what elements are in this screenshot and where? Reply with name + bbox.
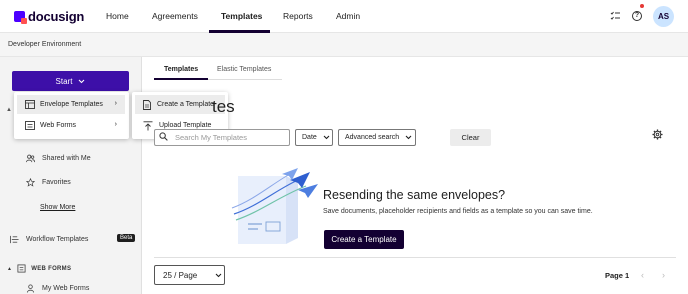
- search-input[interactable]: Search My Templates: [154, 129, 290, 146]
- gear-icon[interactable]: [652, 129, 663, 140]
- nav-reports[interactable]: Reports: [283, 11, 313, 21]
- submenu-item-label: Upload Template: [159, 122, 212, 129]
- docusign-logo[interactable]: docusign: [14, 9, 84, 24]
- page-title: tes: [212, 97, 235, 116]
- tab-elastic-templates[interactable]: Elastic Templates: [217, 66, 271, 73]
- sidebar-item-label: Favorites: [42, 179, 71, 186]
- nav-agreements[interactable]: Agreements: [152, 11, 198, 21]
- menu-item-web-forms[interactable]: Web Forms ›: [17, 116, 125, 135]
- date-filter[interactable]: Date: [295, 129, 333, 146]
- sidebar-item-label: Workflow Templates: [26, 236, 89, 243]
- advanced-search-label: Advanced search: [345, 134, 400, 141]
- sidebar-item-workflow-templates[interactable]: Workflow Templates: [10, 235, 88, 244]
- collapse-caret-icon: ▲: [7, 265, 13, 272]
- user-icon: [26, 284, 35, 293]
- web-form-icon: [17, 264, 26, 273]
- nav-home[interactable]: Home: [106, 11, 129, 21]
- create-template-button[interactable]: Create a Template: [324, 230, 404, 249]
- date-filter-label: Date: [302, 134, 317, 141]
- active-tab-indicator: [154, 78, 208, 80]
- document-icon: [143, 99, 151, 110]
- chevron-down-icon: [215, 273, 222, 277]
- section-label: WEB FORMS: [31, 265, 72, 272]
- search-icon: [159, 132, 168, 141]
- nav-templates[interactable]: Templates: [221, 11, 262, 21]
- chevron-right-icon: ›: [114, 100, 117, 107]
- clear-button[interactable]: Clear: [450, 129, 491, 146]
- per-page-value: 25 / Page: [163, 270, 198, 280]
- sidebar-item-my-web-forms[interactable]: My Web Forms: [26, 284, 89, 293]
- empty-state-description: Save documents, placeholder recipients a…: [323, 208, 593, 215]
- logo-mark-icon: [14, 11, 27, 24]
- per-page-select[interactable]: 25 / Page: [154, 265, 225, 285]
- start-menu: Envelope Templates › Web Forms ›: [14, 92, 129, 139]
- brand-name: docusign: [28, 9, 85, 24]
- checklist-icon[interactable]: [609, 10, 621, 22]
- next-page-icon[interactable]: ›: [662, 270, 665, 280]
- web-forms-section-header[interactable]: ▲ WEB FORMS: [7, 264, 71, 273]
- avatar[interactable]: AS: [653, 6, 674, 27]
- sidebar-item-label: My Web Forms: [42, 285, 90, 292]
- menu-item-envelope-templates[interactable]: Envelope Templates ›: [17, 95, 125, 114]
- start-button[interactable]: Start: [12, 71, 129, 91]
- collapse-caret-icon[interactable]: ▲: [6, 107, 12, 113]
- advanced-search-filter[interactable]: Advanced search: [338, 129, 416, 146]
- empty-state-illustration: [231, 168, 318, 244]
- footer-divider: [154, 257, 676, 258]
- web-form-icon: [25, 121, 35, 130]
- upload-icon: [143, 120, 153, 130]
- help-icon[interactable]: ?: [631, 10, 643, 22]
- chevron-down-icon: [79, 79, 85, 83]
- chevron-down-icon: [323, 135, 330, 140]
- workflow-icon: [10, 235, 19, 244]
- notification-dot: [640, 4, 644, 8]
- menu-item-label: Envelope Templates: [40, 101, 103, 108]
- star-icon: [26, 178, 35, 187]
- top-nav: docusign Home Agreements Templates Repor…: [0, 0, 688, 33]
- chevron-right-icon: ›: [114, 121, 117, 128]
- show-more-link[interactable]: Show More: [40, 204, 75, 211]
- sidebar-item-favorites[interactable]: Favorites: [26, 178, 71, 187]
- menu-item-label: Web Forms: [40, 122, 77, 129]
- nav-admin[interactable]: Admin: [336, 11, 360, 21]
- page-indicator: Page 1: [605, 271, 630, 280]
- previous-page-icon[interactable]: ‹: [641, 270, 644, 280]
- start-button-label: Start: [55, 76, 73, 86]
- tab-templates[interactable]: Templates: [164, 66, 198, 73]
- sidebar-item-label: Shared with Me: [42, 155, 91, 162]
- environment-bar: Developer Environment: [0, 33, 688, 57]
- sidebar-item-shared-with-me[interactable]: Shared with Me: [26, 154, 91, 163]
- envelope-template-icon: [25, 100, 35, 109]
- submenu-item-label: Create a Template: [157, 101, 215, 108]
- environment-label: Developer Environment: [8, 41, 82, 48]
- beta-badge: Beta: [117, 234, 136, 242]
- users-icon: [26, 154, 35, 163]
- chevron-down-icon: [405, 135, 412, 140]
- empty-state-title: Resending the same envelopes?: [323, 188, 506, 202]
